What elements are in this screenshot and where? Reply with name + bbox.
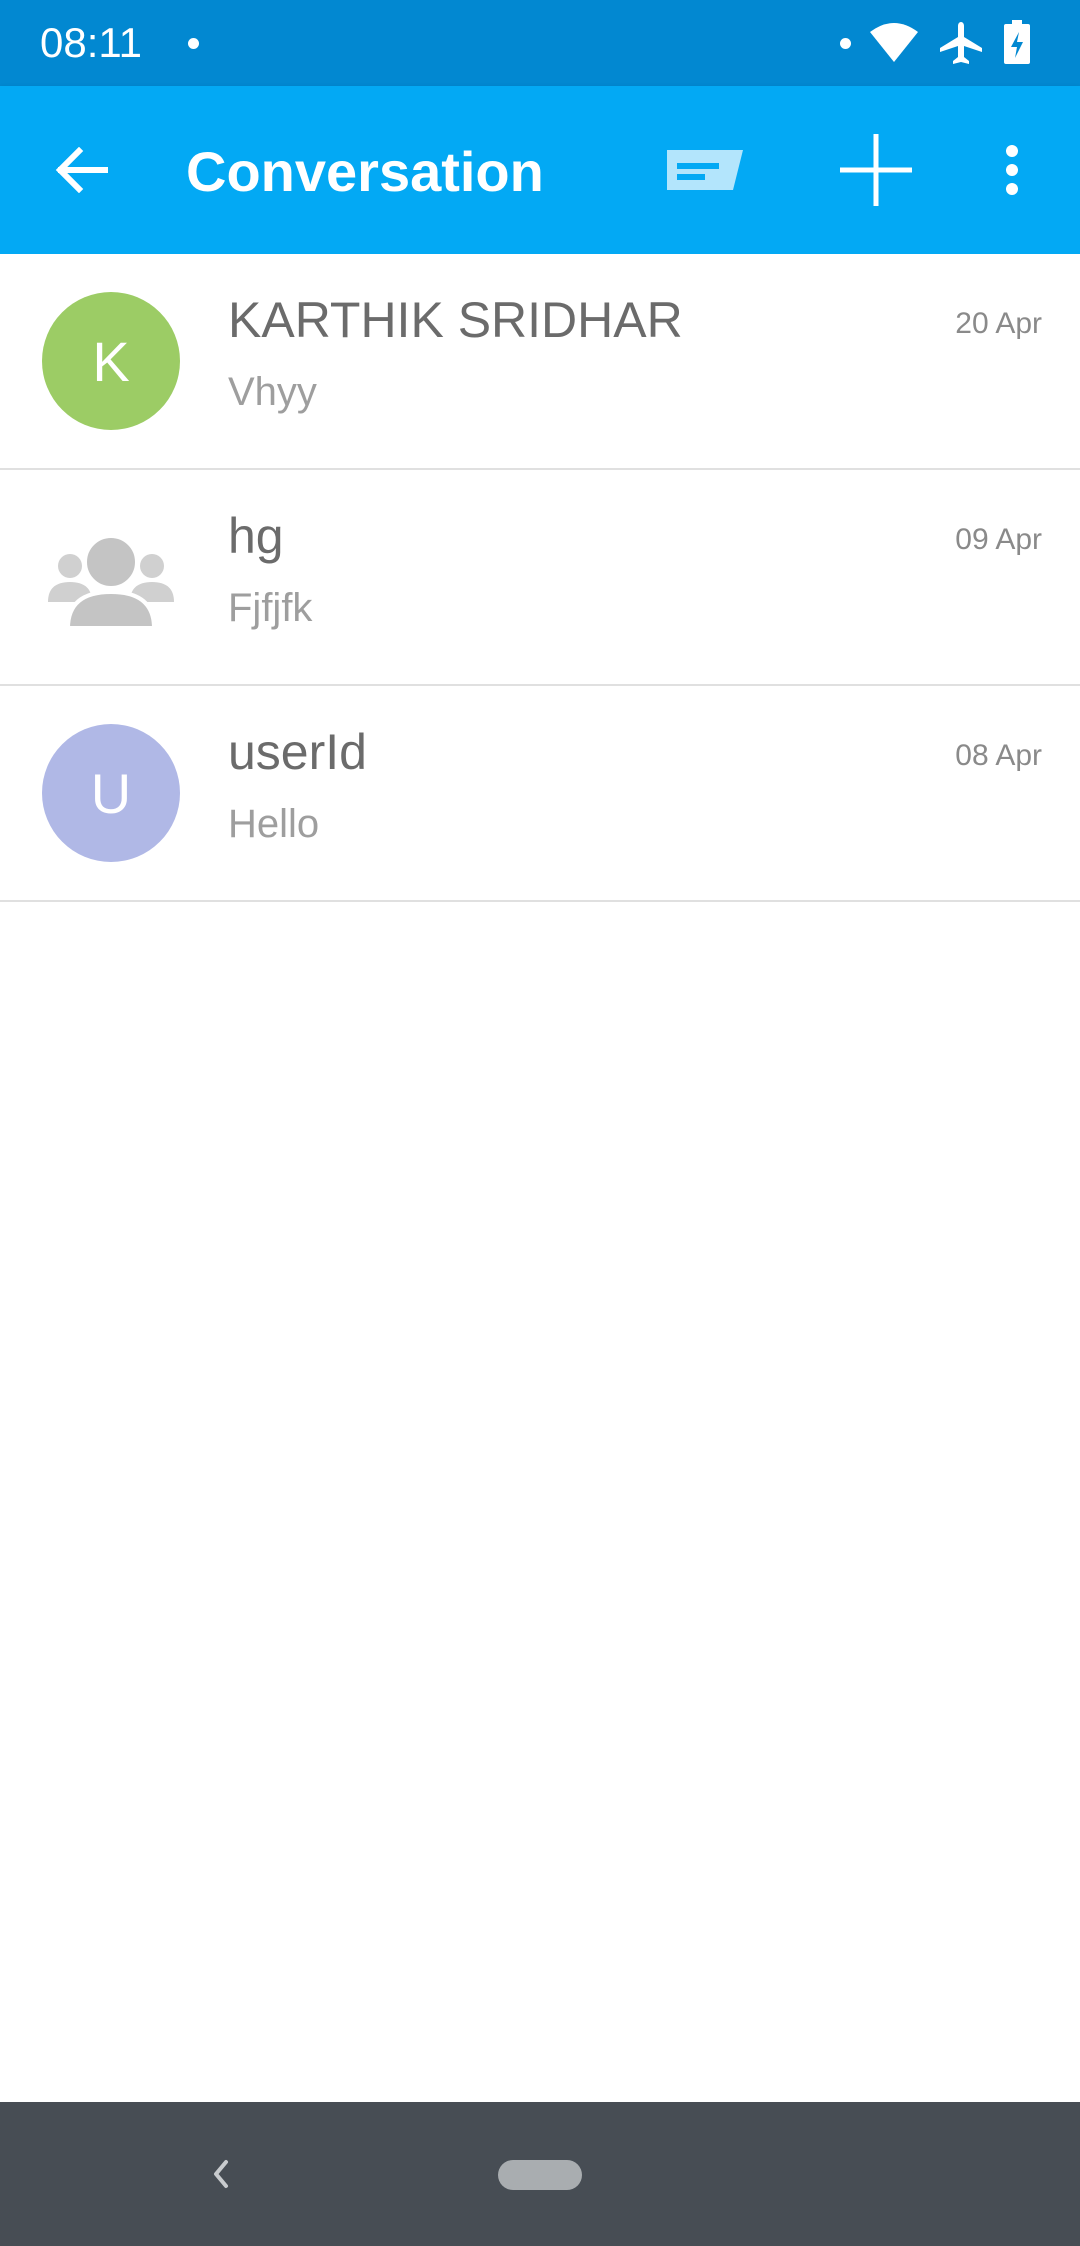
conversation-name: userId <box>228 724 367 780</box>
conversation-row[interactable]: hg Fjfjfk 09 Apr <box>0 470 1080 686</box>
battery-charging-icon <box>1002 20 1032 71</box>
conversation-date: 08 Apr <box>955 739 1042 772</box>
status-time: 08:11 <box>40 19 142 66</box>
conversation-row[interactable]: K KARTHIK SRIDHAR Vhyy 20 Apr <box>0 254 1080 470</box>
avatar: U <box>42 724 180 862</box>
nav-home-pill-icon[interactable] <box>498 2160 582 2190</box>
group-icon <box>48 534 174 630</box>
back-arrow-icon <box>55 147 108 193</box>
nav-back-icon <box>214 2160 228 2188</box>
conversation-name: hg <box>228 508 284 564</box>
system-nav-bar <box>0 2102 1080 2246</box>
nav-back-button[interactable] <box>206 2152 236 2201</box>
conversation-date: 09 Apr <box>955 523 1042 556</box>
airplane-mode-icon <box>938 20 984 71</box>
notification-dot-icon <box>188 38 199 49</box>
conversation-date: 20 Apr <box>955 307 1042 340</box>
add-button[interactable] <box>826 122 926 218</box>
new-message-button[interactable] <box>650 122 760 218</box>
conversation-last-message: Hello <box>228 802 320 846</box>
avatar: K <box>42 292 180 430</box>
status-bar: 08:11 <box>0 0 1080 86</box>
more-vert-icon <box>1006 145 1018 195</box>
conversation-last-message: Fjfjfk <box>228 586 313 630</box>
wifi-icon <box>868 20 920 69</box>
conversation-row[interactable]: U userId Hello 08 Apr <box>0 686 1080 902</box>
plus-icon <box>840 134 912 206</box>
more-options-button[interactable] <box>972 122 1052 218</box>
conversation-list: K KARTHIK SRIDHAR Vhyy 20 Apr hg Fjfjfk … <box>0 254 1080 902</box>
conversation-name: KARTHIK SRIDHAR <box>228 292 683 348</box>
group-avatar <box>42 508 180 646</box>
conversation-last-message: Vhyy <box>228 370 317 414</box>
page-title: Conversation <box>186 140 544 203</box>
status-dot-icon <box>840 38 851 49</box>
app-bar: Conversation <box>0 86 1080 254</box>
message-icon <box>667 150 743 190</box>
back-button[interactable] <box>34 122 130 218</box>
